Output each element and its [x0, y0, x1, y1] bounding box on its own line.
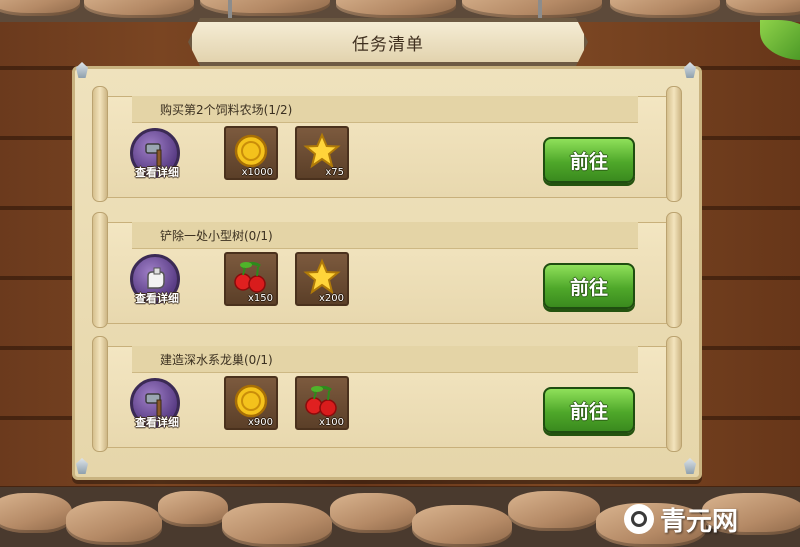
page-title: 任务清单 — [352, 34, 424, 55]
reward-quantity: x150 — [247, 293, 273, 304]
go-button-label: 前往 — [569, 400, 608, 423]
reward-slot: x100 — [295, 376, 349, 430]
watermark: 青元网 — [624, 500, 738, 538]
task-title: 购买第2个饲料农场(1/2) — [160, 103, 293, 117]
reward-slot: x150 — [224, 252, 278, 306]
title-plate: 任务清单 — [188, 18, 588, 66]
star-icon — [303, 258, 341, 295]
reward-quantity: x900 — [247, 417, 273, 428]
view-detail-button[interactable]: 查看详细 — [126, 378, 186, 438]
view-detail-button[interactable]: 查看详细 — [126, 254, 186, 314]
view-detail-label: 查看详细 — [135, 166, 179, 179]
task-card: 建造深水系龙巢(0/1) 查看详细 x900 x100 前往 — [92, 336, 682, 452]
watermark-text: 青元网 — [660, 506, 739, 537]
go-button-label: 前往 — [569, 150, 608, 173]
reward-slot: x900 — [224, 376, 278, 430]
reward-slot: x1000 — [224, 126, 278, 180]
reward-quantity: x1000 — [241, 167, 273, 178]
view-detail-button[interactable]: 查看详细 — [126, 128, 186, 188]
gold-coin-icon — [234, 384, 268, 418]
task-card: 购买第2个饲料农场(1/2) 查看详细 x1000 x75 前往 — [92, 86, 682, 202]
task-title: 铲除一处小型树(0/1) — [160, 229, 273, 243]
reward-quantity: x200 — [318, 293, 344, 304]
view-detail-label: 查看详细 — [135, 292, 179, 305]
cherry-icon — [305, 385, 337, 417]
go-button[interactable]: 前往 — [543, 263, 635, 309]
star-icon — [303, 132, 341, 169]
cherry-icon — [234, 261, 266, 293]
gold-coin-icon — [234, 134, 268, 168]
go-button-label: 前往 — [569, 276, 608, 299]
task-title: 建造深水系龙巢(0/1) — [160, 353, 273, 367]
reward-slot: x75 — [295, 126, 349, 180]
go-button[interactable]: 前往 — [543, 387, 635, 433]
view-detail-label: 查看详细 — [135, 416, 179, 429]
reward-quantity: x100 — [318, 417, 344, 428]
go-button[interactable]: 前往 — [543, 137, 635, 183]
task-card: 铲除一处小型树(0/1) 查看详细 x150 x200 前往 — [92, 212, 682, 328]
reward-slot: x200 — [295, 252, 349, 306]
watermark-logo-icon — [624, 504, 654, 534]
reward-quantity: x75 — [325, 167, 344, 178]
